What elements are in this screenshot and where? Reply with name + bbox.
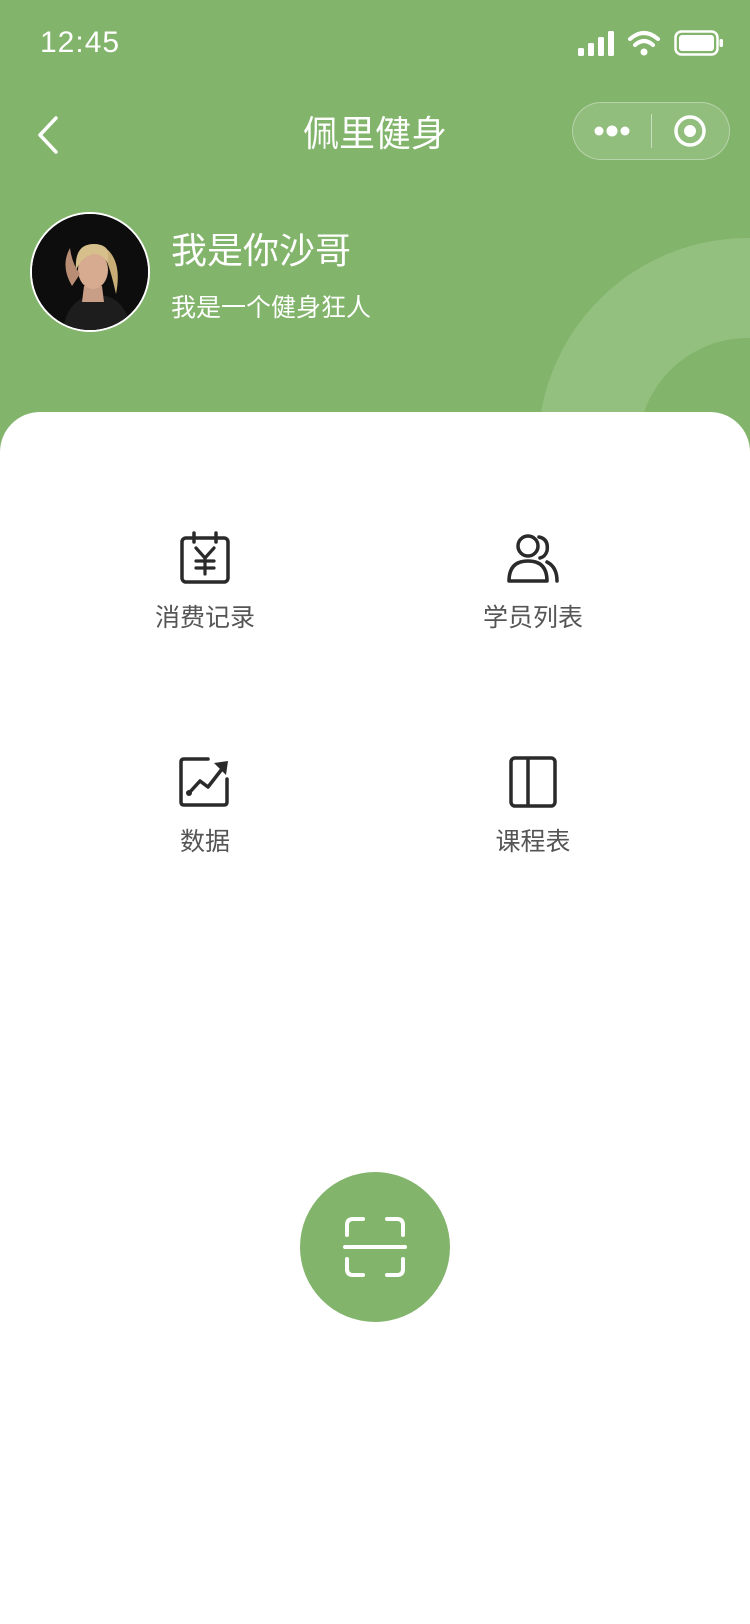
signal-icon bbox=[578, 31, 614, 56]
avatar[interactable] bbox=[30, 212, 150, 332]
trend-chart-icon bbox=[177, 754, 233, 810]
menu-schedule[interactable]: 课程表 bbox=[433, 754, 633, 884]
menu-consumption-records[interactable]: 消费记录 bbox=[105, 530, 305, 660]
function-panel: 消费记录 学员列表 数据 课程表 bbox=[0, 412, 750, 1624]
more-button[interactable] bbox=[573, 103, 651, 159]
profile-header: 12:45 佩里健身 我是你沙哥 我是一个健身狂人 bbox=[0, 0, 750, 470]
status-icons bbox=[578, 30, 724, 56]
more-dots-icon bbox=[594, 125, 630, 137]
close-capsule-button[interactable] bbox=[652, 103, 730, 159]
users-icon bbox=[505, 530, 561, 586]
schedule-panel-icon bbox=[505, 754, 561, 810]
scan-icon bbox=[343, 1217, 407, 1277]
menu-student-list[interactable]: 学员列表 bbox=[433, 530, 633, 660]
user-bio: 我是一个健身狂人 bbox=[171, 293, 372, 322]
calendar-yen-icon bbox=[177, 530, 233, 586]
mini-program-capsule bbox=[572, 102, 730, 160]
avatar-photo bbox=[32, 214, 148, 330]
scan-button[interactable] bbox=[300, 1172, 450, 1322]
status-bar: 12:45 bbox=[0, 0, 750, 90]
wifi-icon bbox=[628, 31, 660, 56]
navigation-bar: 佩里健身 bbox=[0, 90, 750, 180]
menu-data[interactable]: 数据 bbox=[105, 754, 305, 884]
menu-label: 学员列表 bbox=[482, 603, 583, 632]
menu-label: 消费记录 bbox=[154, 603, 255, 632]
status-time: 12:45 bbox=[40, 26, 121, 59]
user-name: 我是你沙哥 bbox=[171, 231, 352, 272]
battery-icon bbox=[674, 30, 723, 56]
target-circle-icon bbox=[674, 115, 706, 147]
menu-label: 课程表 bbox=[495, 827, 571, 856]
menu-label: 数据 bbox=[179, 827, 230, 856]
